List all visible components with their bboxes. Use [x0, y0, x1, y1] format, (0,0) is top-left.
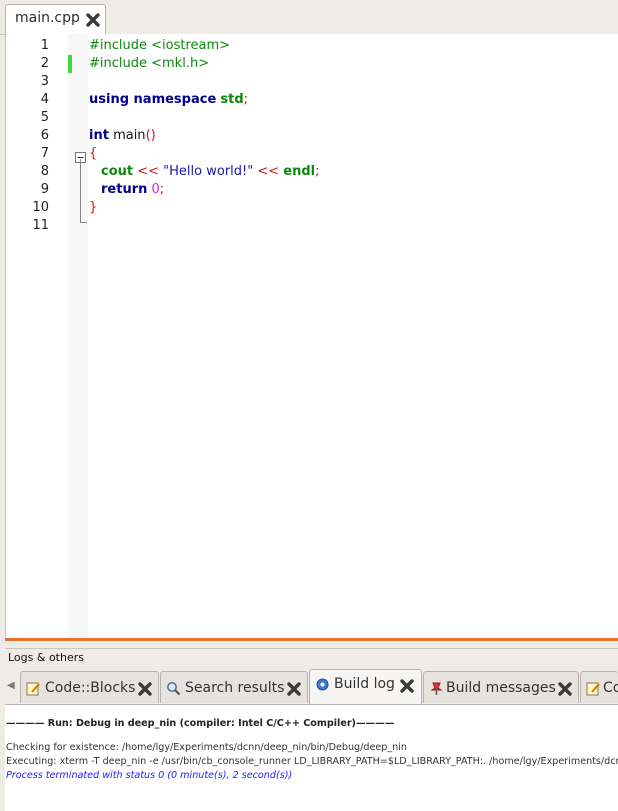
- code-line-10: }: [89, 200, 98, 215]
- identifier: endl: [283, 164, 316, 179]
- gear-icon: [315, 677, 330, 692]
- line-number: 5: [40, 110, 49, 125]
- number-literal: 0: [147, 182, 160, 197]
- fold-margin: [68, 34, 88, 638]
- function-name: main: [108, 128, 146, 143]
- editor-bottom-border: [5, 638, 618, 641]
- code-line-8: cout << "Hello world!" << endl;: [101, 164, 320, 179]
- tab-build-log[interactable]: Build log: [309, 669, 422, 704]
- search-icon: [166, 681, 181, 696]
- code-line-1: #include <iostream>: [89, 38, 231, 53]
- keyword: using namespace: [89, 92, 217, 107]
- code-line-7: {: [89, 146, 98, 161]
- tab-partial[interactable]: Co: [580, 671, 618, 703]
- panel-title: Logs & others: [8, 651, 84, 664]
- namespace-name: std: [220, 92, 244, 107]
- line-number: 7: [40, 146, 49, 161]
- line-number: 3: [40, 74, 49, 89]
- parens: (): [145, 128, 156, 143]
- tab-label: main.cpp: [15, 10, 80, 26]
- log-header: ———— Run: Debug in deep_nin (compiler: I…: [6, 718, 395, 729]
- tab-scroll-left-icon[interactable]: ◀: [7, 680, 15, 691]
- panel-header: Logs & others: [5, 648, 618, 667]
- note-icon: [586, 681, 601, 696]
- tab-label: Build messages: [446, 680, 556, 696]
- semicolon: ;: [315, 164, 320, 179]
- identifier: cout: [101, 164, 134, 179]
- tab-label: Search results: [185, 680, 285, 696]
- code-line-4: using namespace std;: [89, 92, 248, 107]
- close-icon[interactable]: [557, 681, 573, 697]
- close-icon[interactable]: [286, 681, 302, 697]
- close-icon[interactable]: [137, 681, 153, 697]
- close-icon[interactable]: [399, 678, 415, 694]
- fold-line: [80, 159, 81, 223]
- line-number: 2: [40, 56, 49, 71]
- code-line-2: #include <mkl.h>: [89, 56, 210, 71]
- close-icon[interactable]: [85, 12, 101, 28]
- tab-label: Build log: [334, 676, 395, 692]
- tab-codeblocks[interactable]: Code::Blocks: [20, 671, 159, 703]
- semicolon: ;: [243, 92, 249, 107]
- semicolon: ;: [159, 182, 165, 197]
- log-status-line: Process terminated with status 0 (0 minu…: [6, 770, 293, 781]
- pin-icon: [429, 681, 444, 696]
- operator: <<: [253, 164, 284, 179]
- line-number: 6: [40, 128, 49, 143]
- fold-line-end: [80, 222, 87, 223]
- line-number: 11: [32, 218, 49, 233]
- keyword: int: [89, 128, 109, 143]
- line-number: 4: [40, 92, 49, 107]
- note-icon: [26, 681, 41, 696]
- keyword: return: [101, 182, 148, 197]
- operator: <<: [133, 164, 164, 179]
- tab-build-messages[interactable]: Build messages: [423, 671, 579, 703]
- line-number: 10: [32, 200, 49, 215]
- line-number: 9: [40, 182, 49, 197]
- code-editor[interactable]: [5, 34, 618, 638]
- line-number: 1: [40, 38, 49, 53]
- tab-label: Code::Blocks: [45, 680, 136, 696]
- string-literal: "Hello world!": [163, 164, 254, 179]
- modified-line-marker: [68, 55, 72, 73]
- tab-main-cpp[interactable]: main.cpp: [5, 4, 106, 34]
- log-line: Checking for existence: /home/lgy/Experi…: [6, 742, 407, 753]
- tab-search-results[interactable]: Search results: [160, 671, 308, 703]
- code-line-9: return 0;: [101, 182, 164, 197]
- log-line: Executing: xterm -T deep_nin -e /usr/bin…: [6, 756, 618, 767]
- code-line-6: int main(): [89, 128, 156, 143]
- line-number: 8: [40, 164, 49, 179]
- build-log-output[interactable]: ———— Run: Debug in deep_nin (compiler: I…: [5, 705, 618, 811]
- tab-label: Co: [603, 680, 618, 696]
